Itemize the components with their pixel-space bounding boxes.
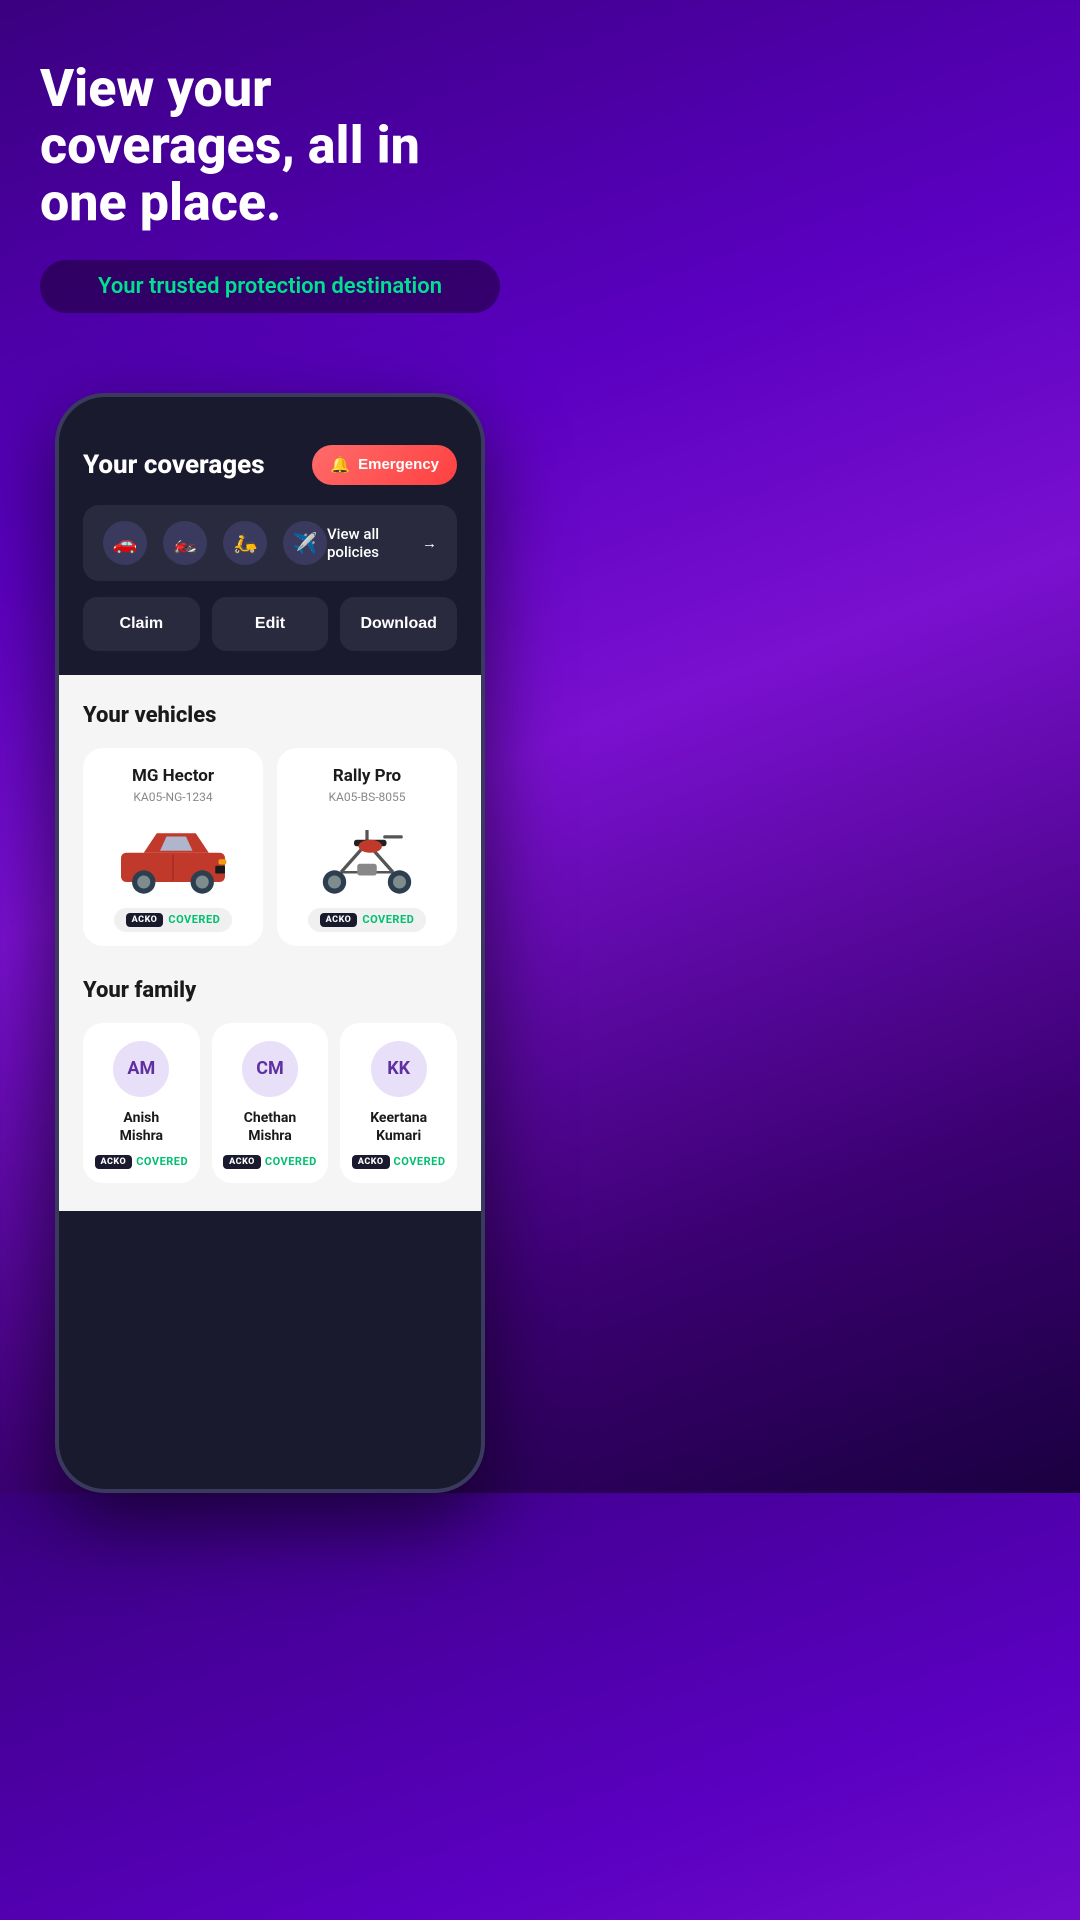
phone-notch <box>210 397 330 425</box>
family-card-anish[interactable]: AM AnishMishra ACKO COVERED <box>83 1023 200 1183</box>
view-all-policies-link[interactable]: View all policies → <box>327 525 437 561</box>
acko-brand-mg: ACKO <box>126 913 164 927</box>
hero-subtitle-pill: Your trusted protection destination <box>40 260 500 313</box>
vehicle-card-mg-hector[interactable]: MG Hector KA05-NG-1234 <box>83 748 263 946</box>
bike-image <box>302 816 432 896</box>
family-section-title: Your family <box>83 978 457 1003</box>
view-all-label: View all policies <box>327 525 416 561</box>
family-card-chethan[interactable]: CM ChethanMishra ACKO COVERED <box>212 1023 329 1183</box>
claim-button[interactable]: Claim <box>83 597 200 651</box>
vehicles-grid: MG Hector KA05-NG-1234 <box>83 748 457 946</box>
vehicle-covered-badge-rally: ACKO COVERED <box>308 908 427 932</box>
covered-text-keertana: COVERED <box>394 1155 446 1168</box>
avatar-keertana: KK <box>371 1041 427 1097</box>
vehicles-section-title: Your vehicles <box>83 703 457 728</box>
phone-inner: Your coverages 🔔 Emergency 🚗 🏍️ 🛵 ✈️ <box>59 425 481 1211</box>
covered-text-anish: COVERED <box>136 1155 188 1168</box>
hero-section: View your coverages, all in one place. Y… <box>0 0 540 353</box>
acko-brand-chethan: ACKO <box>223 1155 261 1169</box>
coverages-title: Your coverages <box>83 450 265 480</box>
emergency-label: Emergency <box>358 456 439 473</box>
covered-text-mg: COVERED <box>168 913 220 926</box>
acko-brand-anish: ACKO <box>95 1155 133 1169</box>
coverages-header: Your coverages 🔔 Emergency <box>83 445 457 485</box>
vehicle-plate-mg: KA05-NG-1234 <box>133 790 212 804</box>
emergency-button[interactable]: 🔔 Emergency <box>312 445 457 485</box>
hero-title: View your coverages, all in one place. <box>40 60 500 232</box>
family-covered-keertana: ACKO COVERED <box>352 1155 446 1169</box>
vehicle-name-mg: MG Hector <box>132 766 214 786</box>
covered-text-rally: COVERED <box>362 913 414 926</box>
phone-wrapper: Your coverages 🔔 Emergency 🚗 🏍️ 🛵 ✈️ <box>0 353 540 1493</box>
vehicle-plate-rally: KA05-BS-8055 <box>328 790 405 804</box>
policy-icons-group: 🚗 🏍️ 🛵 ✈️ <box>103 521 327 565</box>
download-label: Download <box>360 615 436 632</box>
arrow-right-icon: → <box>422 534 437 552</box>
family-covered-anish: ACKO COVERED <box>95 1155 189 1169</box>
vehicle-covered-badge-mg: ACKO COVERED <box>114 908 233 932</box>
avatar-anish: AM <box>113 1041 169 1097</box>
claim-label: Claim <box>120 615 164 632</box>
bike-policy-icon[interactable]: 🏍️ <box>163 521 207 565</box>
family-name-anish: AnishMishra <box>120 1109 163 1145</box>
acko-brand-keertana: ACKO <box>352 1155 390 1169</box>
car-image <box>108 816 238 896</box>
family-covered-chethan: ACKO COVERED <box>223 1155 317 1169</box>
action-buttons: Claim Edit Download <box>83 597 457 651</box>
phone-frame: Your coverages 🔔 Emergency 🚗 🏍️ 🛵 ✈️ <box>55 393 485 1493</box>
family-section: Your family AM AnishMishra ACKO COVERED <box>83 978 457 1183</box>
vehicle-name-rally: Rally Pro <box>333 766 401 786</box>
family-card-keertana[interactable]: KK KeertanaKumari ACKO COVERED <box>340 1023 457 1183</box>
acko-brand-rally: ACKO <box>320 913 358 927</box>
travel-policy-icon[interactable]: ✈️ <box>283 521 327 565</box>
edit-button[interactable]: Edit <box>212 597 329 651</box>
vehicles-section: Your vehicles MG Hector KA05-NG-1234 <box>83 703 457 946</box>
family-name-keertana: KeertanaKumari <box>370 1109 427 1145</box>
car-policy-icon[interactable]: 🚗 <box>103 521 147 565</box>
policy-bar: 🚗 🏍️ 🛵 ✈️ View all policies → <box>83 505 457 581</box>
family-grid: AM AnishMishra ACKO COVERED CM ChethanMi… <box>83 1023 457 1183</box>
download-button[interactable]: Download <box>340 597 457 651</box>
vehicle-card-rally-pro[interactable]: Rally Pro KA05-BS-8055 <box>277 748 457 946</box>
covered-text-chethan: COVERED <box>265 1155 317 1168</box>
edit-label: Edit <box>255 615 285 632</box>
scooter-policy-icon[interactable]: 🛵 <box>223 521 267 565</box>
hero-subtitle: Your trusted protection destination <box>98 274 442 299</box>
family-name-chethan: ChethanMishra <box>244 1109 296 1145</box>
dark-section: Your coverages 🔔 Emergency 🚗 🏍️ 🛵 ✈️ <box>59 425 481 675</box>
avatar-chethan: CM <box>242 1041 298 1097</box>
bell-icon: 🔔 <box>330 455 350 475</box>
white-section: Your vehicles MG Hector KA05-NG-1234 <box>59 675 481 1211</box>
